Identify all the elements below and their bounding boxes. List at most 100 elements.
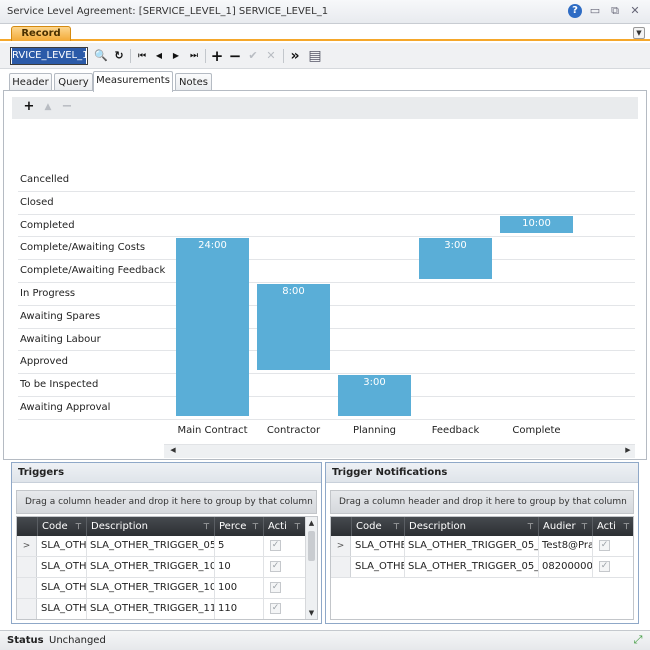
table-row[interactable]: > SLA_OTHE SLA_OTHER_TRIGGER_05_E Test8@Pra…	[331, 536, 633, 557]
active-checkbox[interactable]: ✓	[270, 540, 281, 551]
filter-icon[interactable]: ⊤	[75, 517, 82, 536]
active-checkbox[interactable]: ✓	[270, 561, 281, 572]
move-up-icon[interactable]: ▲	[41, 100, 55, 114]
more-actions-icon[interactable]: »	[287, 48, 303, 64]
trigger-notifications-grid: Code ⊤ Description ⊤ Audier ⊤ Acti ⊤ > SLA_OT…	[330, 516, 634, 620]
scroll-up-icon[interactable]: ▲	[306, 519, 317, 527]
remove-measurement-icon[interactable]: −	[60, 100, 74, 114]
chart-bar[interactable]: 3:00	[419, 238, 492, 279]
collapse-chevron-icon[interactable]: ▼	[633, 27, 645, 39]
cell-description: SLA_OTHER_TRIGGER_05_S	[405, 557, 539, 577]
table-row[interactable]: SLA_OTH SLA_OTHER_TRIGGER_110 110 ✓	[17, 599, 306, 619]
column-header-active[interactable]: Acti ⊤	[264, 517, 306, 536]
filter-icon[interactable]: ⊤	[203, 517, 210, 536]
row-gridline	[18, 190, 635, 192]
row-label: Approved	[20, 356, 68, 368]
window-title-bar: Service Level Agreement: [SERVICE_LEVEL_…	[0, 0, 650, 24]
help-icon[interactable]: ?	[568, 4, 582, 18]
restore-icon[interactable]: ⧉	[608, 4, 622, 18]
row-selector[interactable]: >	[17, 536, 37, 556]
column-header-percent[interactable]: Perce ⊤	[215, 517, 264, 536]
row-gridline	[18, 373, 635, 375]
table-row[interactable]: SLA_OTH SLA_OTHER_TRIGGER_10 10 ✓	[17, 557, 306, 578]
active-checkbox[interactable]: ✓	[270, 603, 281, 614]
filter-icon[interactable]: ⊤	[623, 517, 630, 536]
chart-bar[interactable]: 10:00	[500, 215, 573, 234]
tab-query[interactable]: Query	[54, 73, 93, 91]
search-icon[interactable]: 🔍	[93, 48, 109, 64]
scrollbar-thumb[interactable]	[308, 531, 315, 561]
filter-icon[interactable]: ⊤	[393, 517, 400, 536]
active-checkbox[interactable]: ✓	[599, 561, 610, 572]
table-row[interactable]: SLA_OTH SLA_OTHER_TRIGGER_100 100 ✓	[17, 578, 306, 599]
column-header-description[interactable]: Description ⊤	[87, 517, 215, 536]
tab-header[interactable]: Header	[9, 73, 52, 91]
notifications-group-dropzone[interactable]: Drag a column header and drop it here to…	[330, 490, 634, 514]
first-record-icon[interactable]: ⏮	[134, 48, 150, 64]
table-row[interactable]: SLA_OTHESLA_OTHER_TRIGGER_05_S082000001 ✓	[331, 557, 633, 578]
notifications-grid-header: Code ⊤ Description ⊤ Audier ⊤ Acti ⊤	[331, 517, 633, 536]
cell-active: ✓	[264, 536, 306, 556]
expand-icon[interactable]: ⤢	[632, 634, 644, 646]
record-code-input[interactable]: RVICE_LEVEL_1	[10, 47, 88, 65]
row-selector[interactable]	[331, 557, 351, 577]
cell-description: SLA_OTHER_TRIGGER_100	[87, 578, 215, 598]
record-tab[interactable]: Record	[11, 26, 71, 41]
table-row[interactable]: > SLA_OTH SLA_OTHER_TRIGGER_05 5 ✓	[17, 536, 306, 557]
category-label: Planning	[352, 424, 397, 436]
column-header-audience[interactable]: Audier ⊤	[539, 517, 593, 536]
triggers-group-dropzone[interactable]: Drag a column header and drop it here to…	[16, 490, 317, 514]
column-header-label: Perce	[219, 521, 247, 532]
record-toolbar: RVICE_LEVEL_1 🔍 ↻ ⏮ ◀ ▶ ⏭ + − ✔ ✕ » ▤	[0, 43, 650, 69]
status-label: Status	[7, 635, 44, 646]
window-title: Service Level Agreement: [SERVICE_LEVEL_…	[7, 6, 329, 17]
row-label: Completed	[20, 219, 75, 231]
active-checkbox[interactable]: ✓	[270, 582, 281, 593]
tab-measurements[interactable]: Measurements	[93, 71, 173, 92]
chart-bar[interactable]: 8:00	[257, 284, 330, 371]
add-record-icon[interactable]: +	[209, 48, 225, 64]
triggers-vertical-scrollbar[interactable]: ▲ ▼	[305, 517, 317, 619]
row-selector[interactable]	[17, 599, 37, 619]
column-header-active[interactable]: Acti ⊤	[593, 517, 633, 536]
confirm-icon[interactable]: ✔	[245, 48, 261, 64]
cell-code: SLA_OTH	[38, 536, 87, 556]
cell-percent: 100	[215, 578, 264, 598]
cell-percent: 110	[215, 599, 264, 619]
filter-icon[interactable]: ⊤	[527, 517, 534, 536]
last-record-icon[interactable]: ⏭	[186, 48, 202, 64]
scroll-down-icon[interactable]: ▼	[306, 609, 317, 617]
notes-document-icon[interactable]: ▤	[307, 48, 323, 64]
active-checkbox[interactable]: ✓	[599, 540, 610, 551]
cancel-icon[interactable]: ✕	[263, 48, 279, 64]
close-icon[interactable]: ✕	[628, 4, 642, 18]
chart-bar[interactable]: 24:00	[176, 238, 249, 416]
row-gridline	[18, 396, 635, 397]
filter-icon[interactable]: ⊤	[581, 517, 588, 536]
scroll-right-icon[interactable]: ▶	[623, 446, 633, 454]
row-selector[interactable]	[17, 557, 37, 577]
next-record-icon[interactable]: ▶	[168, 48, 184, 64]
filter-icon[interactable]: ⊤	[252, 517, 259, 536]
row-selector[interactable]: >	[331, 536, 351, 556]
previous-record-icon[interactable]: ◀	[151, 48, 167, 64]
measurements-toolbar: + ▲ −	[12, 97, 638, 119]
refresh-icon[interactable]: ↻	[111, 48, 127, 64]
column-header-code[interactable]: Code ⊤	[38, 517, 87, 536]
chart-horizontal-scrollbar[interactable]: ◀ ▶	[164, 444, 635, 458]
minimize-icon[interactable]: ▭	[588, 4, 602, 18]
delete-record-icon[interactable]: −	[227, 48, 243, 64]
column-header-description[interactable]: Description ⊤	[405, 517, 539, 536]
filter-icon[interactable]: ⊤	[294, 517, 301, 536]
scroll-left-icon[interactable]: ◀	[168, 446, 178, 454]
toolbar-separator	[205, 49, 206, 63]
cell-percent: 5	[215, 536, 264, 556]
row-selector[interactable]	[17, 578, 37, 598]
add-measurement-icon[interactable]: +	[22, 100, 36, 114]
column-header-code[interactable]: Code ⊤	[352, 517, 405, 536]
cell-percent: 10	[215, 557, 264, 577]
cell-code: SLA_OTHE	[352, 536, 405, 556]
chart-bar[interactable]: 3:00	[338, 375, 411, 416]
tab-notes[interactable]: Notes	[175, 73, 212, 91]
cell-code: SLA_OTH	[38, 578, 87, 598]
